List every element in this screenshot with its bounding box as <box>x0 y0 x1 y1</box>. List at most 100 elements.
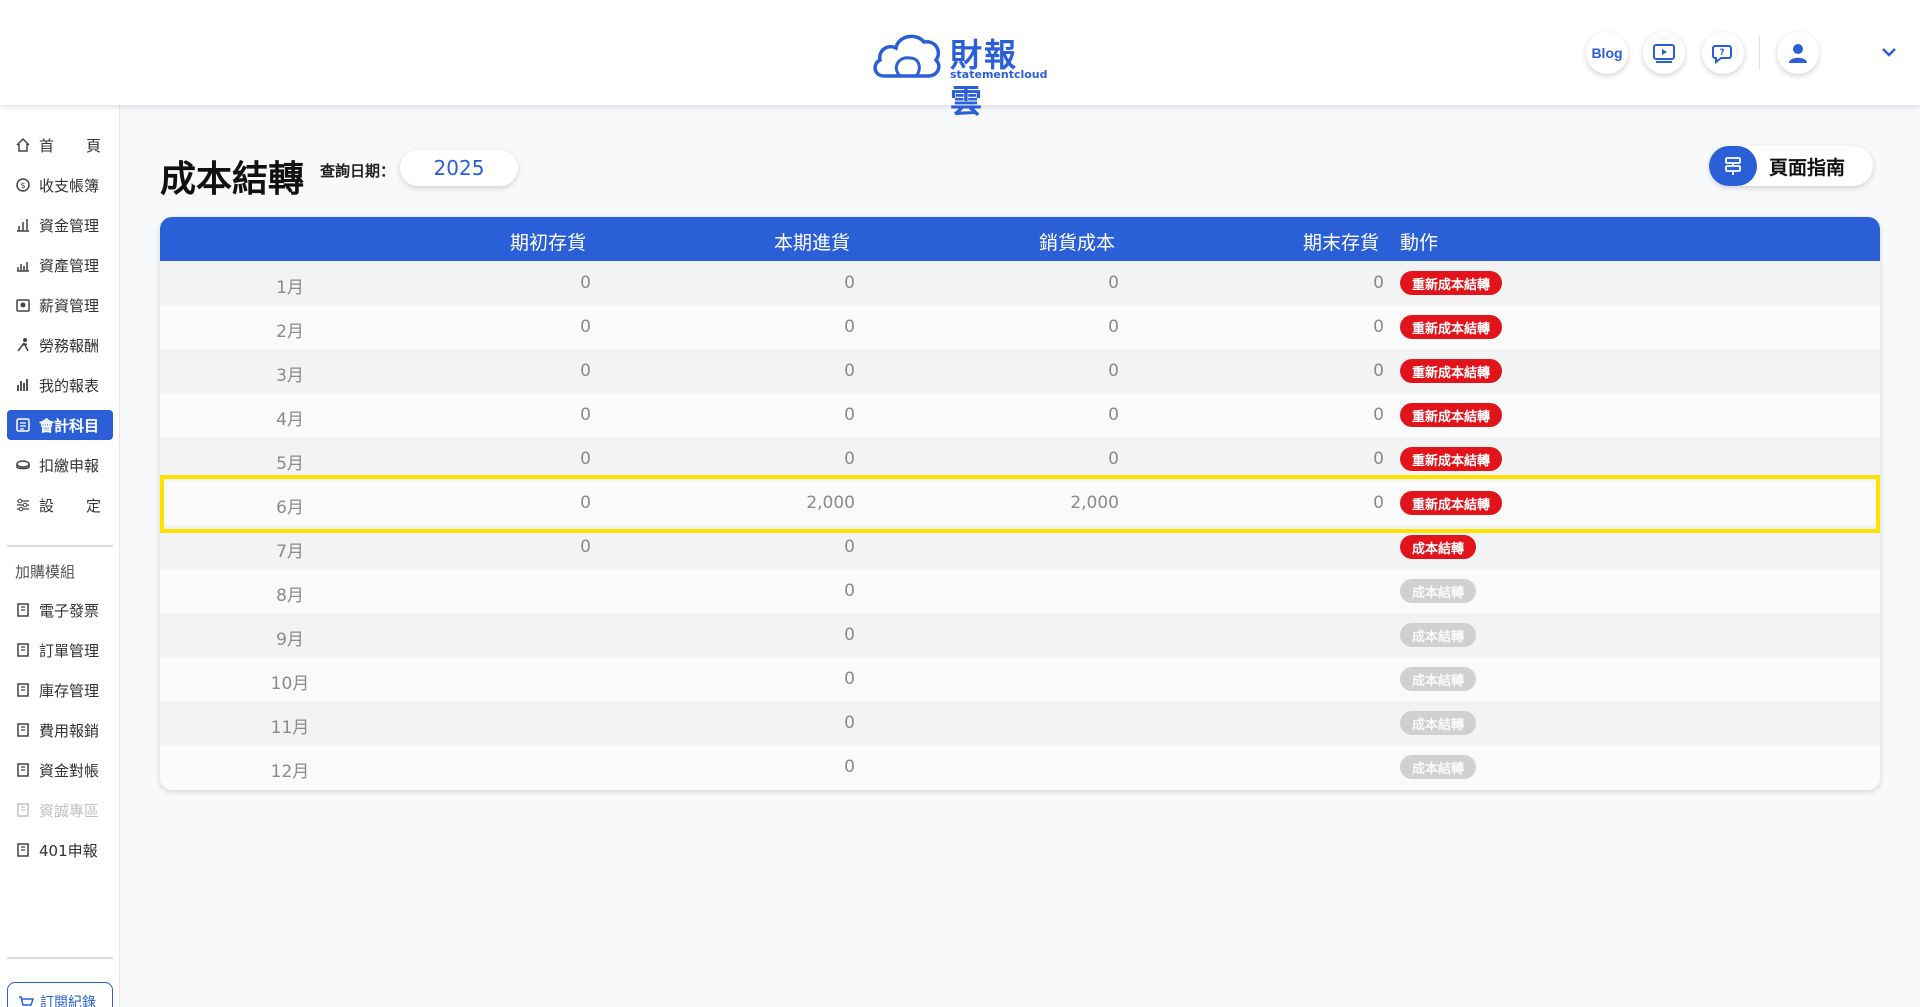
month-cell: 8月 <box>276 586 304 606</box>
page-guide-button[interactable]: 頁面指南 <box>1709 146 1873 186</box>
purchase-cell: 0 <box>844 273 855 293</box>
sidebar-item-home[interactable]: 首頁 <box>7 130 113 160</box>
book-icon <box>15 642 31 658</box>
cost-transfer-button[interactable]: 重新成本結轉 <box>1400 359 1503 383</box>
ledger-icon: $ <box>15 177 31 193</box>
table-row: 5月 0 0 0 0 重新成本結轉 <box>160 437 1880 481</box>
date-value: 2025 <box>433 156 485 180</box>
sidebar-item-label: 401申報 <box>39 841 98 860</box>
sidebar-addon-einvoice[interactable]: 電子發票 <box>7 595 113 625</box>
sidebar-addon-inventory[interactable]: 庫存管理 <box>7 675 113 705</box>
logo[interactable]: 財報雲 statementcloud <box>870 28 1050 120</box>
month-cell: 2月 <box>276 322 304 342</box>
sidebar-item-report[interactable]: 我的報表 <box>7 370 113 400</box>
subscription-record-button[interactable]: 訂閱紀錄 <box>7 982 113 1007</box>
table-row: 4月 0 0 0 0 重新成本結轉 <box>160 393 1880 437</box>
cost-transfer-button-disabled[interactable]: 成本結轉 <box>1400 711 1477 735</box>
cost-transfer-button[interactable]: 重新成本結轉 <box>1400 271 1503 295</box>
logo-subtext: statementcloud <box>950 68 1048 81</box>
book-icon <box>15 602 31 618</box>
purchase-cell: 0 <box>844 317 855 337</box>
help-chat-button[interactable]: ? <box>1702 32 1744 74</box>
sidebar-item-fund[interactable]: 資金管理 <box>7 210 113 240</box>
sidebar-addon-reconcile[interactable]: 資金對帳 <box>7 755 113 785</box>
sidebar-item-label: 頁 <box>85 136 101 155</box>
guide-label: 頁面指南 <box>1769 156 1846 179</box>
asset-icon <box>15 257 31 273</box>
blog-button[interactable]: Blog <box>1586 32 1628 74</box>
opening-cell: 0 <box>580 273 591 293</box>
sidebar-item-label: 勞務報酬 <box>39 336 100 355</box>
user-avatar-button[interactable] <box>1777 32 1819 74</box>
month-cell: 12月 <box>270 762 310 782</box>
purchase-cell: 2,000 <box>806 493 855 513</box>
table-row: 7月 0 0 成本結轉 <box>160 525 1880 569</box>
table-row: 8月 0 成本結轉 <box>160 569 1880 613</box>
sidebar-item-label: 薪資管理 <box>39 296 100 315</box>
cost-transfer-button[interactable]: 重新成本結轉 <box>1400 447 1503 471</box>
salary-icon <box>15 297 31 313</box>
table-row: 6月 0 2,000 2,000 0 重新成本結轉 <box>160 481 1880 525</box>
column-header-opening: 期初存貨 <box>510 232 587 254</box>
cost-transfer-button[interactable]: 重新成本結轉 <box>1400 403 1503 427</box>
chevron-down-icon[interactable] <box>1880 46 1898 58</box>
cogs-cell: 0 <box>1108 449 1119 469</box>
table-row: 12月 0 成本結轉 <box>160 745 1880 789</box>
sidebar-item-ledger[interactable]: $ 收支帳簿 <box>7 170 113 200</box>
month-cell: 7月 <box>276 542 304 562</box>
top-header: 財報雲 statementcloud Blog ? <box>0 0 1920 120</box>
user-icon <box>1789 44 1807 63</box>
sidebar-item-label: 首 <box>39 136 55 155</box>
sidebar-item-asset[interactable]: 資產管理 <box>7 250 113 280</box>
sidebar-item-settings[interactable]: 設定 <box>7 490 113 520</box>
purchase-cell: 0 <box>844 757 855 777</box>
column-header-purchase: 本期進貨 <box>774 232 851 254</box>
sidebar-addon-401[interactable]: 401申報 <box>7 835 113 865</box>
closing-cell: 0 <box>1373 361 1384 381</box>
purchase-cell: 0 <box>844 361 855 381</box>
sidebar: 首頁 $ 收支帳簿 資金管理 資產管理 薪資管理 勞務報酬 我的報表 會計科目 … <box>0 105 120 1007</box>
account-icon <box>15 417 31 433</box>
book-icon <box>15 682 31 698</box>
sidebar-item-salary[interactable]: 薪資管理 <box>7 290 113 320</box>
table-row: 2月 0 0 0 0 重新成本結轉 <box>160 305 1880 349</box>
cost-transfer-button[interactable]: 重新成本結轉 <box>1400 491 1503 515</box>
sidebar-addon-order[interactable]: 訂單管理 <box>7 635 113 665</box>
column-header-cogs: 銷貨成本 <box>1039 232 1116 254</box>
opening-cell: 0 <box>580 361 591 381</box>
sidebar-addon-expense[interactable]: 費用報銷 <box>7 715 113 745</box>
date-label: 查詢日期： <box>320 162 396 180</box>
cost-transfer-button-disabled[interactable]: 成本結轉 <box>1400 579 1477 603</box>
table-header: 期初存貨 本期進貨 銷貨成本 期末存貨 動作 <box>160 217 1880 261</box>
home-icon <box>15 137 31 153</box>
date-picker[interactable]: 2025 <box>400 150 518 186</box>
video-icon <box>1653 44 1675 63</box>
table-row: 10月 0 成本結轉 <box>160 657 1880 701</box>
cogs-cell: 0 <box>1108 273 1119 293</box>
cost-transfer-button-disabled[interactable]: 成本結轉 <box>1400 755 1477 779</box>
blog-label: Blog <box>1591 45 1623 61</box>
closing-cell: 0 <box>1373 317 1384 337</box>
report-icon <box>15 377 31 393</box>
svg-text:$: $ <box>20 181 25 190</box>
book-icon <box>15 762 31 778</box>
book-icon <box>15 842 31 858</box>
cost-transfer-button[interactable]: 成本結轉 <box>1400 535 1477 559</box>
sidebar-addon-pwc[interactable]: 資誠專區 <box>7 795 113 825</box>
cart-icon <box>18 995 34 1007</box>
opening-cell: 0 <box>580 317 591 337</box>
closing-cell: 0 <box>1373 273 1384 293</box>
sidebar-item-withholding[interactable]: 扣繳申報 <box>7 450 113 480</box>
purchase-cell: 0 <box>844 405 855 425</box>
cloud-logo-icon <box>873 34 941 78</box>
cost-transfer-button-disabled[interactable]: 成本結轉 <box>1400 623 1477 647</box>
sidebar-item-labor[interactable]: 勞務報酬 <box>7 330 113 360</box>
purchase-cell: 0 <box>844 449 855 469</box>
cost-transfer-button[interactable]: 重新成本結轉 <box>1400 315 1503 339</box>
purchase-cell: 0 <box>844 625 855 645</box>
month-cell: 4月 <box>276 410 304 430</box>
sidebar-item-label: 庫存管理 <box>39 681 100 700</box>
video-button[interactable] <box>1643 32 1685 74</box>
cost-transfer-button-disabled[interactable]: 成本結轉 <box>1400 667 1477 691</box>
sidebar-item-account[interactable]: 會計科目 <box>7 410 113 440</box>
